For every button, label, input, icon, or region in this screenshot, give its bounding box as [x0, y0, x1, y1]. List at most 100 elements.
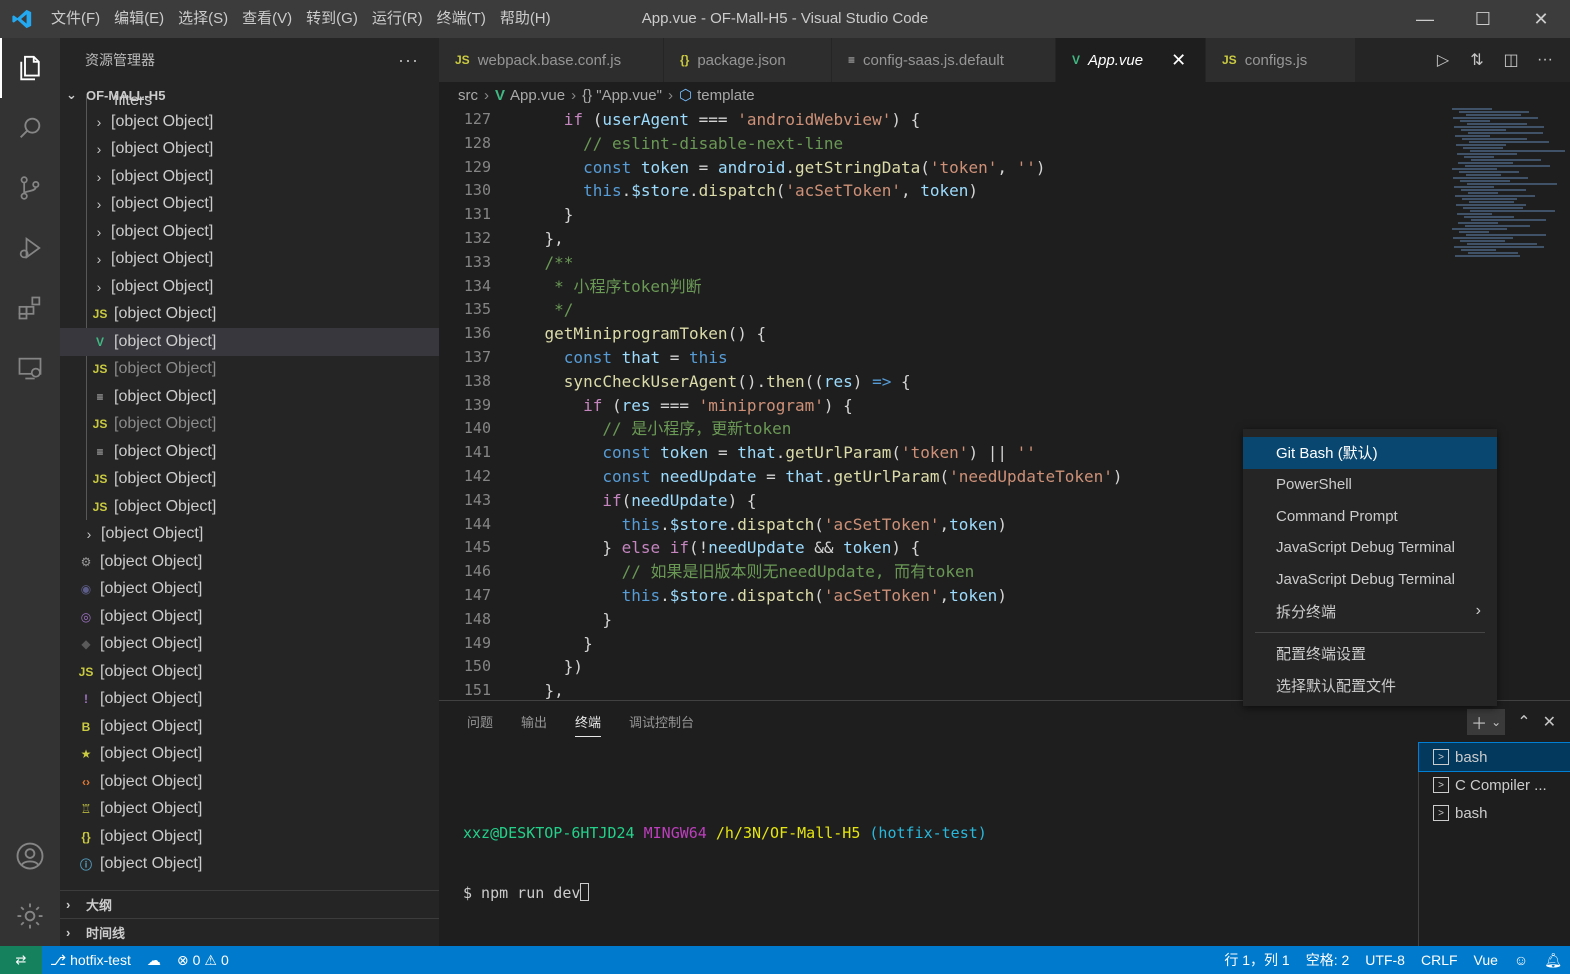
file-tree-item[interactable]: JS [object Object]: [60, 466, 439, 494]
menu-terminal[interactable]: 终端(T): [430, 0, 493, 38]
file-tree-item[interactable]: ≡ [object Object]: [60, 438, 439, 466]
menu-item-split-terminal[interactable]: 拆分终端 ›: [1243, 595, 1497, 627]
problems-indicator[interactable]: ⊗ 0 ⚠ 0: [169, 952, 237, 969]
notifications-button[interactable]: 🔔︎: [1536, 952, 1570, 969]
chevron-down-icon[interactable]: ⌄: [1491, 715, 1501, 729]
terminal-item[interactable]: > C Compiler ...: [1419, 771, 1570, 799]
more-actions-icon[interactable]: ···: [398, 50, 419, 71]
file-tree-item[interactable]: › [object Object]: [60, 273, 439, 301]
split-editor-icon[interactable]: ◫: [1500, 49, 1522, 71]
file-tree-item[interactable]: ◆ [object Object]: [60, 631, 439, 659]
indentation[interactable]: 空格: 2: [1298, 950, 1358, 970]
close-tab-icon[interactable]: ✕: [1171, 50, 1186, 71]
file-tree-item[interactable]: ⚙ [object Object]: [60, 548, 439, 576]
menu-item-js-debug-terminal-2[interactable]: JavaScript Debug Terminal: [1243, 564, 1497, 596]
file-tree-item[interactable]: ◎ [object Object]: [60, 603, 439, 631]
timeline-section[interactable]: › 时间线: [60, 918, 439, 945]
encoding[interactable]: UTF-8: [1357, 952, 1413, 968]
file-tree-item[interactable]: ◉ [object Object]: [60, 576, 439, 604]
file-tree-item[interactable]: ★ [object Object]: [60, 741, 439, 769]
file-tree-item[interactable]: ⓘ [object Object]: [60, 851, 439, 879]
menu-edit[interactable]: 编辑(E): [107, 0, 171, 38]
breadcrumb-src[interactable]: src: [458, 87, 478, 104]
tab-configs-js[interactable]: JS configs.js: [1206, 38, 1356, 82]
menu-item-select-default-profile[interactable]: 选择默认配置文件: [1243, 670, 1497, 702]
file-tree-item[interactable]: › [object Object]: [60, 163, 439, 191]
file-tree-item[interactable]: JS [object Object]: [60, 301, 439, 329]
file-tree-item[interactable]: JS [object Object]: [60, 493, 439, 521]
source-control-button[interactable]: [0, 158, 60, 218]
file-tree-item[interactable]: › [object Object]: [60, 136, 439, 164]
manage-button[interactable]: [0, 886, 60, 946]
line-ending[interactable]: CRLF: [1413, 952, 1466, 968]
sync-indicator[interactable]: ☁: [139, 952, 169, 969]
js-file-icon: JS: [92, 417, 108, 432]
tab-problems[interactable]: 问题: [453, 701, 507, 745]
menu-go[interactable]: 转到(G): [299, 0, 365, 38]
code-content[interactable]: if (userAgent === 'androidWebview') { //…: [506, 108, 1123, 700]
terminal-output[interactable]: xxz@DESKTOP-6HTJD24 MINGW64 /h/3N/OF-Mal…: [463, 783, 987, 943]
breadcrumb-file[interactable]: App.vue: [510, 87, 565, 104]
file-tree-item[interactable]: ! [object Object]: [60, 686, 439, 714]
file-tree-item[interactable]: › [object Object]: [60, 218, 439, 246]
file-tree-item[interactable]: {} [object Object]: [60, 823, 439, 851]
tab-package-json[interactable]: {} package.json: [664, 38, 832, 82]
tab-app-vue[interactable]: V App.vue ✕: [1056, 38, 1206, 82]
menu-item-powershell[interactable]: PowerShell: [1243, 469, 1497, 501]
run-debug-button[interactable]: [0, 218, 60, 278]
explorer-button[interactable]: [0, 38, 60, 98]
tab-debug-console[interactable]: 调试控制台: [615, 701, 708, 745]
file-tree-item[interactable]: ♖ [object Object]: [60, 796, 439, 824]
menu-view[interactable]: 查看(V): [235, 0, 299, 38]
tab-terminal[interactable]: 终端: [561, 701, 615, 745]
tab-webpack-base-conf[interactable]: JS webpack.base.conf.js: [439, 38, 664, 82]
extensions-button[interactable]: [0, 278, 60, 338]
outline-section[interactable]: › 大纲: [60, 890, 439, 917]
file-tree-item[interactable]: V [object Object]: [60, 328, 439, 356]
more-actions-icon[interactable]: ···: [1534, 49, 1556, 71]
maximize-button[interactable]: ☐: [1454, 0, 1512, 38]
remote-indicator[interactable]: ⇄: [0, 946, 42, 974]
file-tree-item[interactable]: › [object Object]: [60, 521, 439, 549]
remote-explorer-button[interactable]: [0, 338, 60, 398]
tab-config-saas-default[interactable]: ≡ config-saas.js.default: [832, 38, 1056, 82]
file-tree-item-partial[interactable]: filters: [60, 95, 439, 108]
menu-item-configure-terminal[interactable]: 配置终端设置: [1243, 638, 1497, 670]
file-tree-item[interactable]: JS [object Object]: [60, 658, 439, 686]
run-code-icon[interactable]: ▷: [1432, 49, 1454, 71]
file-tree-item[interactable]: JS [object Object]: [60, 356, 439, 384]
feedback-button[interactable]: ☺: [1506, 952, 1536, 968]
file-tree-item[interactable]: B [object Object]: [60, 713, 439, 741]
file-tree-item[interactable]: › [object Object]: [60, 191, 439, 219]
terminal-item[interactable]: > bash: [1418, 742, 1570, 772]
menu-item-command-prompt[interactable]: Command Prompt: [1243, 500, 1497, 532]
menu-help[interactable]: 帮助(H): [493, 0, 558, 38]
cursor-position[interactable]: 行 1，列 1: [1216, 950, 1297, 970]
file-tree-item[interactable]: JS [object Object]: [60, 411, 439, 439]
language-mode[interactable]: Vue: [1466, 952, 1506, 968]
compare-changes-icon[interactable]: ⇅: [1466, 49, 1488, 71]
menu-item-js-debug-terminal[interactable]: JavaScript Debug Terminal: [1243, 532, 1497, 564]
file-tree-item[interactable]: › [object Object]: [60, 108, 439, 136]
files-icon: [20, 55, 40, 81]
menu-run[interactable]: 运行(R): [365, 0, 430, 38]
tab-output[interactable]: 输出: [507, 701, 561, 745]
breadcrumb-module[interactable]: {} "App.vue": [582, 87, 662, 104]
breadcrumb-template[interactable]: template: [697, 87, 755, 104]
close-window-button[interactable]: ✕: [1512, 0, 1570, 38]
close-panel-icon[interactable]: ✕: [1543, 712, 1556, 732]
accounts-button[interactable]: [0, 826, 60, 886]
terminal-item[interactable]: > bash: [1419, 799, 1570, 827]
minimize-button[interactable]: —: [1396, 0, 1454, 38]
file-tree-item[interactable]: ≡ [object Object]: [60, 383, 439, 411]
maximize-panel-icon[interactable]: ⌃: [1517, 712, 1530, 732]
minimap[interactable]: [1452, 108, 1565, 428]
menu-selection[interactable]: 选择(S): [171, 0, 235, 38]
menu-file[interactable]: 文件(F): [44, 0, 107, 38]
menu-item-git-bash[interactable]: Git Bash (默认): [1243, 437, 1497, 469]
file-tree-item[interactable]: › [object Object]: [60, 246, 439, 274]
search-button[interactable]: [0, 98, 60, 158]
new-terminal-icon[interactable]: ＋: [1471, 710, 1487, 734]
branch-indicator[interactable]: ⎇ hotfix-test: [42, 952, 139, 969]
file-tree-item[interactable]: ‹› [object Object]: [60, 768, 439, 796]
